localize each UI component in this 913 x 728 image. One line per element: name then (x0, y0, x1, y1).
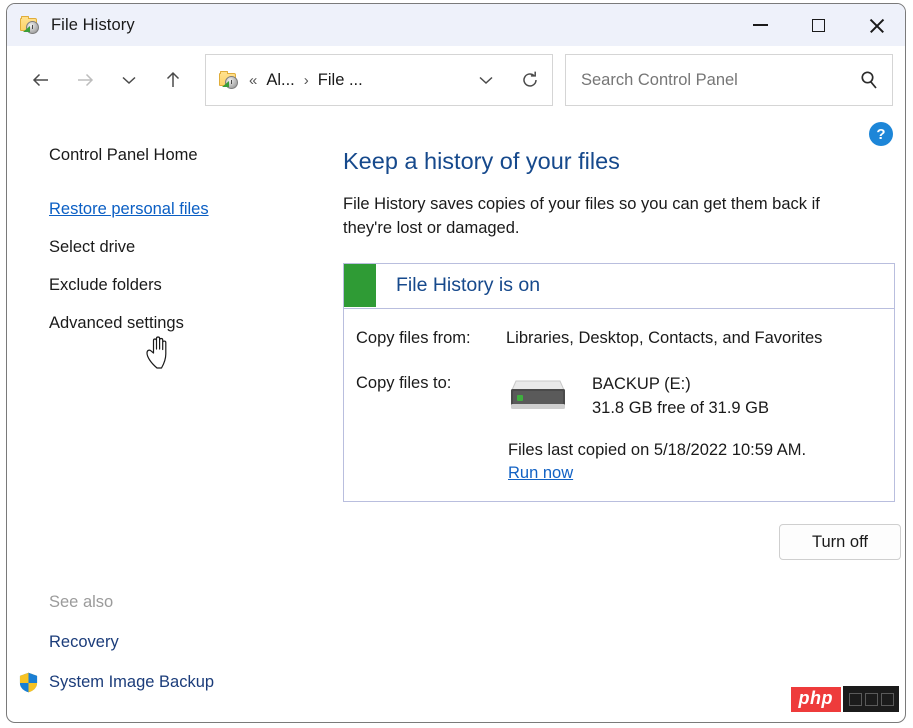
search-box[interactable] (565, 54, 893, 106)
drive-name: BACKUP (E:) (592, 374, 691, 393)
php-logo: php (790, 686, 841, 712)
chevron-down-icon (479, 76, 493, 85)
copy-from-value: Libraries, Desktop, Contacts, and Favori… (506, 328, 823, 347)
watermark: php (790, 686, 899, 712)
see-also-item-system-image-backup[interactable]: System Image Backup (7, 662, 337, 702)
address-bar[interactable]: « Al... › File ... (205, 54, 553, 106)
sidebar-item-restore-personal-files[interactable]: Restore personal files (7, 190, 337, 228)
sidebar-item-select-drive[interactable]: Select drive (7, 228, 337, 266)
maximize-button[interactable] (789, 4, 847, 46)
main-panel: ? Keep a history of your files File Hist… (337, 114, 905, 722)
breadcrumb-separator: › (303, 71, 309, 89)
sidebar-item-control-panel-home[interactable]: Control Panel Home (7, 136, 337, 174)
breadcrumb-parent[interactable]: Al... (266, 71, 294, 90)
sidebar-item-advanced-settings[interactable]: Advanced settings (7, 304, 337, 342)
status-panel: File History is on Copy files from: Libr… (343, 262, 895, 502)
sidebar: Control Panel Home Restore personal file… (7, 114, 337, 722)
see-also-system-image-backup-label: System Image Backup (49, 673, 215, 691)
see-also-title: See also (49, 593, 114, 611)
status-label: File History is on (396, 274, 541, 296)
folder-history-icon (19, 14, 41, 36)
search-input[interactable] (579, 69, 846, 91)
turn-off-row: Turn off (343, 524, 901, 560)
copy-to-row: Copy files to: BACKUP (E:) 31.8 GB free … (344, 372, 894, 422)
breadcrumb-overflow-chevrons[interactable]: « (249, 72, 257, 89)
up-arrow-icon (166, 71, 180, 87)
close-button[interactable] (847, 4, 905, 46)
turn-off-button[interactable]: Turn off (779, 524, 901, 560)
close-icon (868, 17, 885, 34)
search-button[interactable] (846, 55, 892, 105)
file-history-window: File History « Al... › File ... Search C… (6, 3, 906, 723)
status-indicator (344, 264, 376, 307)
up-button[interactable] (151, 58, 195, 102)
back-button[interactable] (19, 58, 63, 102)
back-arrow-icon (32, 73, 48, 87)
minimize-button[interactable] (731, 4, 789, 46)
breadcrumb-current[interactable]: File ... (318, 71, 363, 90)
see-also-item-recovery[interactable]: Recovery (7, 622, 337, 662)
recent-locations-button[interactable] (107, 58, 151, 102)
copy-from-label: Copy files from: (356, 328, 471, 347)
drive-text: BACKUP (E:) 31.8 GB free of 31.9 GB (592, 372, 769, 422)
drive-info: BACKUP (E:) 31.8 GB free of 31.9 GB (506, 372, 769, 422)
window-title: File History (51, 15, 135, 34)
breadcrumb-folder-icon (218, 69, 240, 91)
page-title: Keep a history of your files (343, 148, 620, 174)
sidebar-item-exclude-folders[interactable]: Exclude folders (7, 266, 337, 304)
last-copied-text: Files last copied on 5/18/2022 10:59 AM. (508, 441, 807, 459)
watermark-blocks (843, 686, 899, 712)
see-also-section: See also Recovery System Image Backup (7, 582, 337, 702)
see-also-recovery-label: Recovery (49, 633, 119, 651)
copy-to-label: Copy files to: (356, 373, 452, 392)
address-dropdown-button[interactable] (464, 55, 508, 105)
refresh-button[interactable] (508, 55, 552, 105)
title-bar: File History (7, 4, 905, 46)
help-button[interactable]: ? (869, 122, 893, 146)
status-body: Copy files from: Libraries, Desktop, Con… (344, 309, 894, 502)
external-drive-icon (511, 380, 565, 409)
uac-shield-icon (19, 672, 38, 692)
minimize-icon (752, 24, 768, 26)
copy-from-row: Copy files from: Libraries, Desktop, Con… (344, 327, 894, 348)
page-description: File History saves copies of your files … (343, 195, 820, 238)
window-controls (731, 4, 905, 46)
chevron-down-icon (122, 76, 136, 85)
content-area: Control Panel Home Restore personal file… (7, 114, 905, 722)
refresh-icon (523, 71, 537, 87)
status-header: File History is on (344, 264, 894, 309)
search-icon (861, 71, 877, 89)
forward-arrow-icon (78, 73, 94, 87)
navigation-toolbar: « Al... › File ... (7, 46, 905, 114)
drive-capacity: 31.8 GB free of 31.9 GB (592, 399, 770, 418)
run-now-link[interactable]: Run now (508, 464, 573, 483)
forward-button[interactable] (63, 58, 107, 102)
maximize-icon (811, 18, 825, 32)
